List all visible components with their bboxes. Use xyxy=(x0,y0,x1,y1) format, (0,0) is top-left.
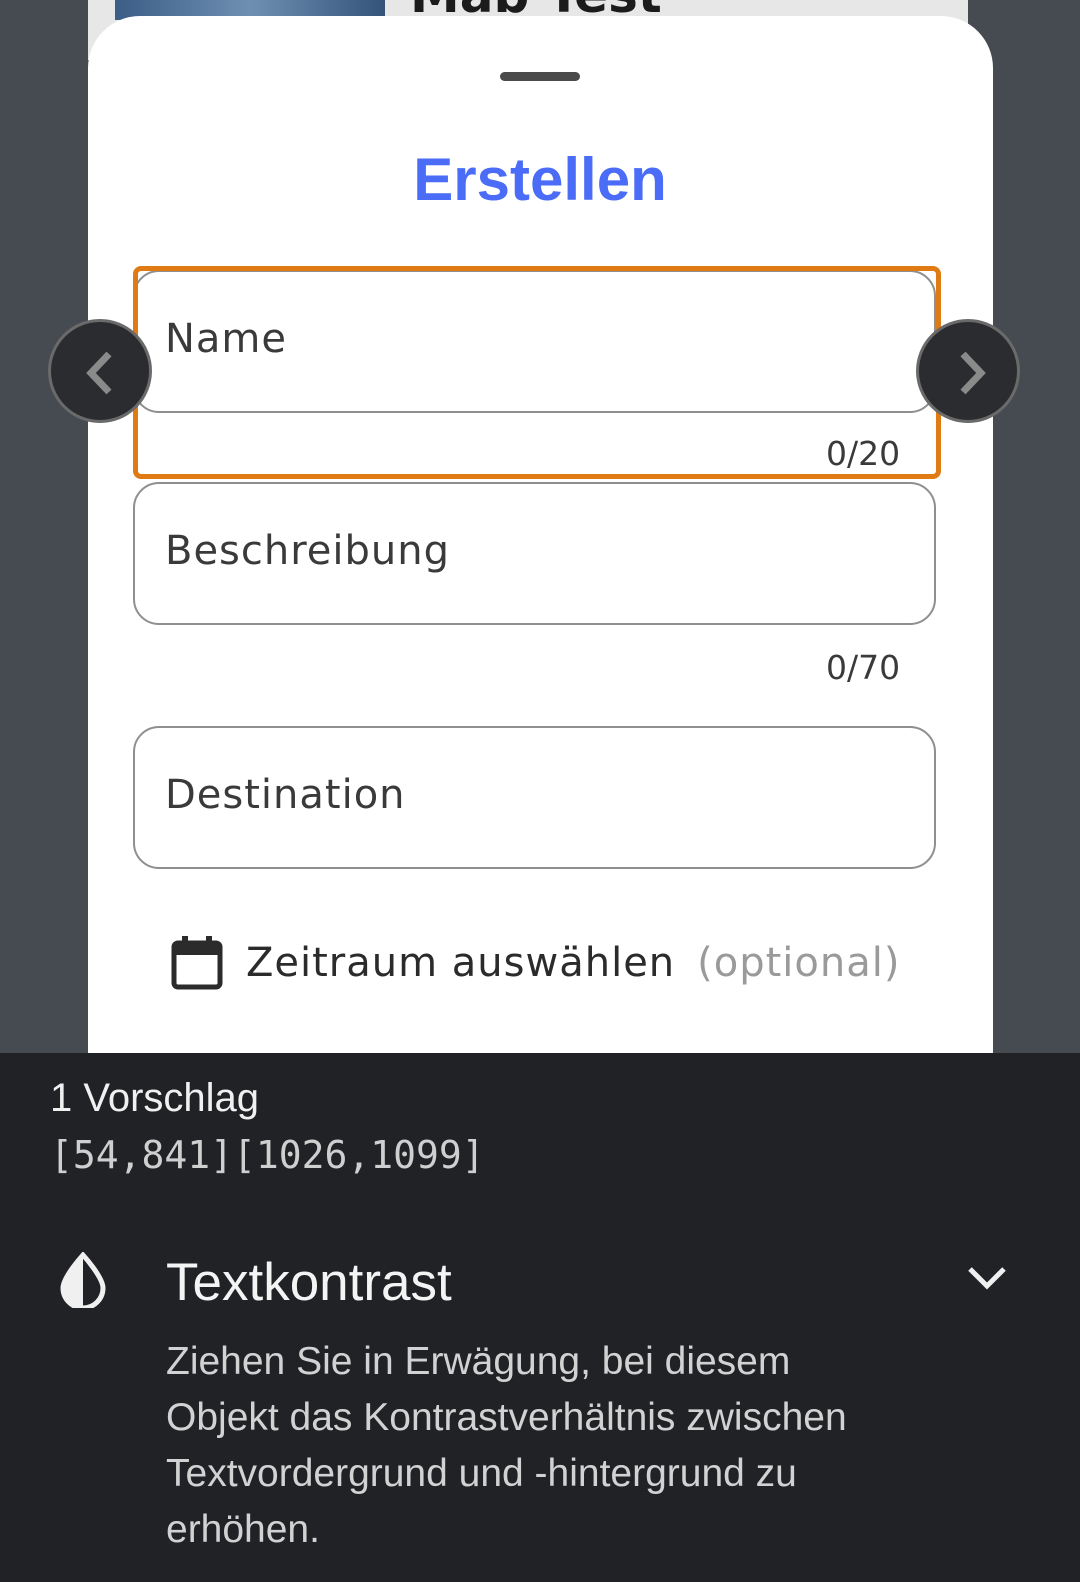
description-field[interactable]: Beschreibung xyxy=(133,482,936,625)
destination-field-label: Destination xyxy=(165,772,406,818)
contrast-drop-icon xyxy=(58,1251,108,1312)
element-bounds: [54,841][1026,1099] xyxy=(50,1133,485,1177)
chevron-left-icon xyxy=(86,351,112,395)
issue-description: Ziehen Sie in Erwägung, bei diesem Objek… xyxy=(166,1340,847,1551)
chevron-right-icon xyxy=(960,351,986,395)
description-field-label: Beschreibung xyxy=(165,528,451,574)
suggestion-count: 1 Vorschlag xyxy=(50,1076,260,1120)
date-range-selector[interactable]: Zeitraum auswählen (optional) xyxy=(170,935,900,991)
date-range-optional: (optional) xyxy=(697,940,901,986)
drag-handle[interactable] xyxy=(500,72,580,81)
chevron-down-icon[interactable] xyxy=(966,1263,1008,1297)
description-char-counter: 0/70 xyxy=(826,648,901,687)
accessibility-highlight-box xyxy=(133,266,941,479)
next-button[interactable] xyxy=(916,319,1020,423)
sheet-title: Erstellen xyxy=(413,146,667,213)
issue-title[interactable]: Textkontrast xyxy=(166,1252,452,1313)
previous-button[interactable] xyxy=(48,319,152,423)
date-range-label: Zeitraum auswählen xyxy=(246,940,676,986)
calendar-icon xyxy=(170,935,224,991)
destination-field[interactable]: Destination xyxy=(133,726,936,869)
